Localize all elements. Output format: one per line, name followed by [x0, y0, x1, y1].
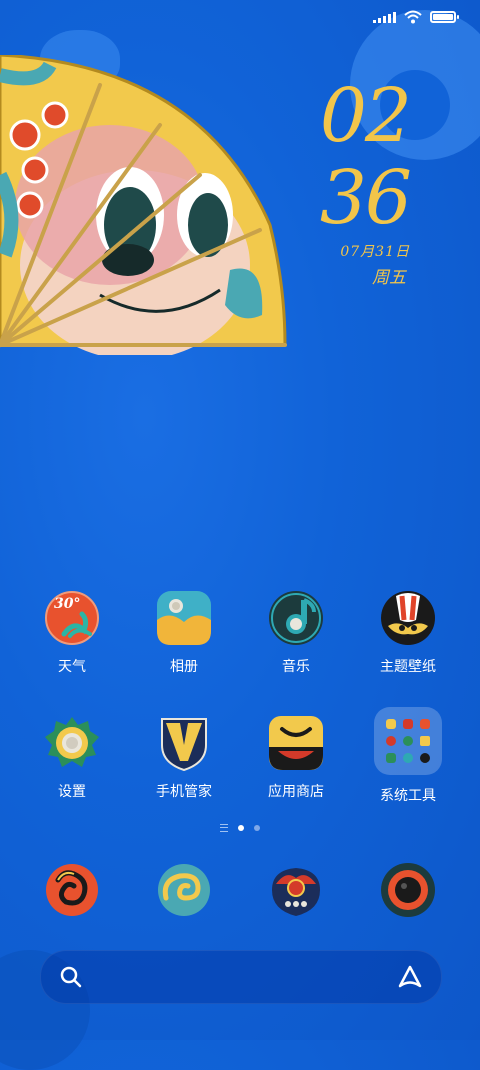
- menu-lines-icon: [220, 824, 228, 832]
- assistant-icon[interactable]: [397, 964, 423, 990]
- gallery-icon: [156, 590, 212, 646]
- app-store[interactable]: 应用商店: [246, 715, 346, 801]
- clock-weekday: 周五: [372, 268, 406, 288]
- app-store-icon: [268, 715, 324, 771]
- folder-icon: [374, 707, 442, 775]
- dock-phone[interactable]: [22, 862, 122, 918]
- dock-camera[interactable]: [358, 862, 458, 918]
- app-label: 主题壁纸: [380, 659, 436, 675]
- weather-icon: 30°: [44, 590, 100, 646]
- app-label: 应用商店: [268, 784, 324, 800]
- themes-icon: [380, 590, 436, 646]
- clock-hour: 02: [319, 73, 412, 159]
- security-icon: [156, 715, 212, 772]
- battery-icon: [430, 11, 459, 23]
- weather-temperature-badge: 30°: [54, 596, 81, 612]
- browser-icon: [268, 862, 324, 918]
- search-icon[interactable]: [59, 965, 83, 989]
- clock-widget[interactable]: 02 36 07月31日 周五: [300, 73, 412, 288]
- app-music[interactable]: 音乐: [246, 590, 346, 676]
- clock-date: 07月31日: [340, 244, 410, 260]
- dock-browser[interactable]: [246, 862, 346, 918]
- app-label: 设置: [58, 784, 86, 800]
- messages-icon: [156, 862, 212, 918]
- app-security[interactable]: 手机管家: [134, 715, 234, 801]
- music-icon: [268, 590, 324, 646]
- camera-icon: [380, 862, 436, 918]
- dock-messages[interactable]: [134, 862, 234, 918]
- app-label: 天气: [58, 659, 86, 675]
- settings-icon: [44, 715, 100, 771]
- wallpaper-fan-illustration: [0, 55, 287, 355]
- cellular-signal-icon: [373, 11, 396, 23]
- app-label: 音乐: [282, 659, 310, 675]
- app-settings[interactable]: 设置: [22, 715, 122, 801]
- status-bar: [373, 10, 459, 24]
- app-system-tools-folder[interactable]: 系统工具: [358, 707, 458, 805]
- app-weather[interactable]: 30° 天气: [22, 590, 122, 676]
- app-label: 相册: [170, 659, 198, 675]
- phone-icon: [44, 862, 100, 918]
- app-gallery[interactable]: 相册: [134, 590, 234, 676]
- app-label: 手机管家: [156, 784, 212, 800]
- page-indicator[interactable]: [220, 824, 260, 832]
- search-bar[interactable]: [40, 950, 442, 1004]
- wifi-icon: [404, 10, 422, 24]
- page-dot-active: [238, 825, 244, 831]
- clock-minute: 36: [319, 155, 412, 241]
- battery-level: [433, 14, 453, 20]
- page-dot: [254, 825, 260, 831]
- app-label: 系统工具: [380, 788, 436, 804]
- app-themes[interactable]: 主题壁纸: [358, 590, 458, 676]
